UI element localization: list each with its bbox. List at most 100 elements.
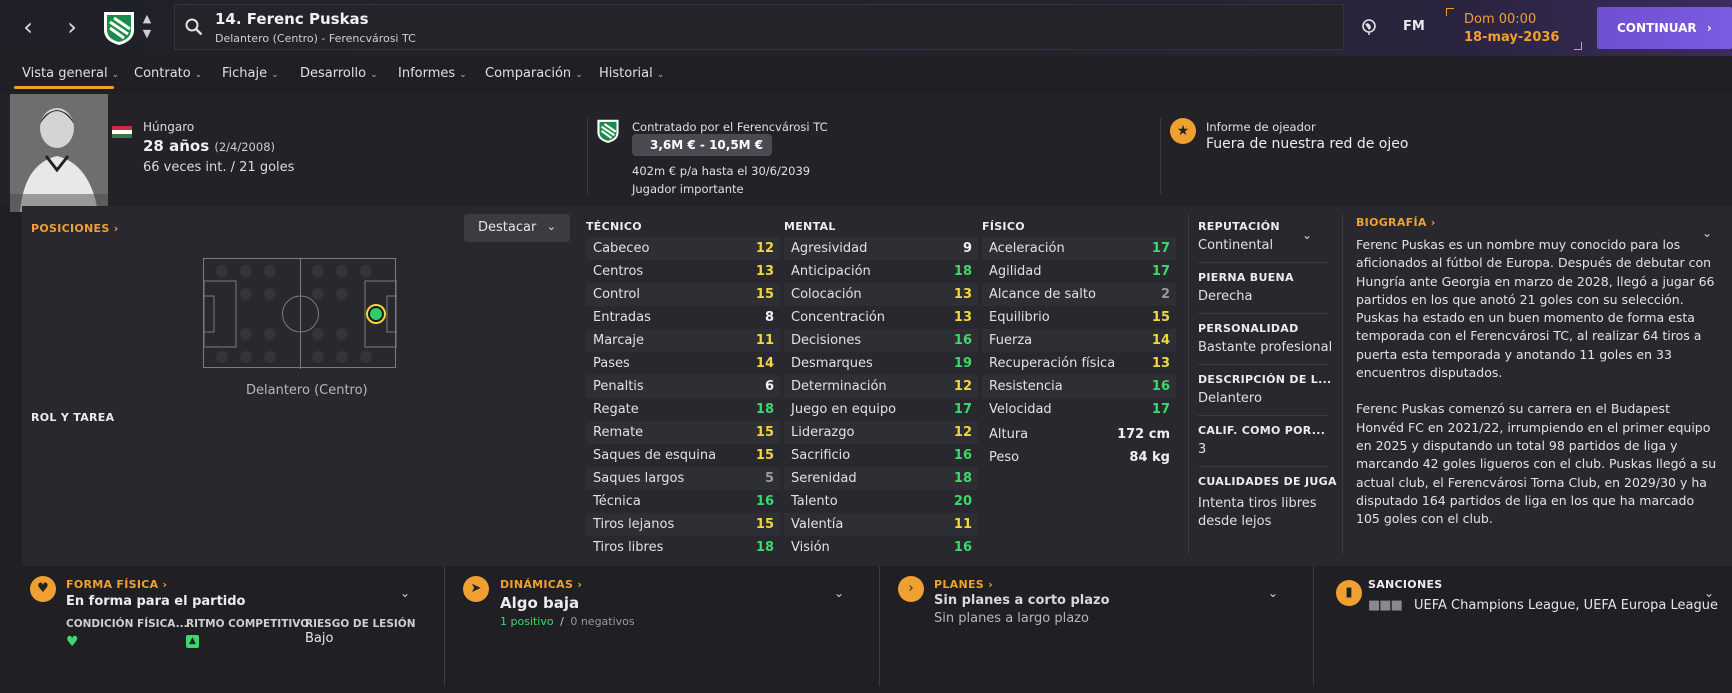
attribute-value: 17 — [1151, 264, 1170, 279]
attribute-row[interactable]: Liderazgo 12 — [784, 421, 978, 444]
fitness-title[interactable]: FORMA FÍSICA › — [66, 578, 167, 591]
continue-arrow-icon: › — [1706, 21, 1712, 35]
highlight-dropdown[interactable]: Destacar ⌄ — [464, 214, 570, 242]
height-label: Altura — [989, 427, 1029, 442]
tab-fichaje[interactable]: Fichaje ⌄ — [222, 66, 279, 81]
chevron-down-icon: ⌄ — [194, 70, 203, 80]
injury-risk-value: Bajo — [305, 631, 334, 646]
attribute-row[interactable]: Velocidad 17 — [982, 398, 1176, 421]
attribute-row[interactable]: Agresividad 9 — [784, 237, 978, 260]
attribute-row[interactable]: Centros 13 — [586, 260, 780, 283]
tab-label: Fichaje — [222, 66, 268, 81]
date-day: Dom 00:00 — [1464, 12, 1537, 27]
plans-title[interactable]: PLANES › — [934, 578, 993, 591]
attribute-row[interactable]: Talento 20 — [784, 490, 978, 513]
tab-desarrollo[interactable]: Desarrollo ⌄ — [300, 66, 378, 81]
chevron-down-icon[interactable]: ⌄ — [1302, 228, 1312, 242]
attribute-row[interactable]: Penaltis 6 — [586, 375, 780, 398]
attribute-row[interactable]: Cabeceo 12 — [586, 237, 780, 260]
globe-icon[interactable] — [1360, 18, 1378, 36]
tab-comparacion[interactable]: Comparación ⌄ — [485, 66, 583, 81]
attribute-row[interactable]: Fuerza 14 — [982, 329, 1176, 352]
club-crest-icon[interactable] — [102, 10, 136, 46]
attribute-row[interactable]: Marcaje 11 — [586, 329, 780, 352]
top-bar: ‹ › ▲ ▼ 14. Ferenc Puskas Delantero (Cen… — [0, 0, 1732, 56]
positions-title[interactable]: POSICIONES › — [31, 222, 119, 235]
attribute-row[interactable]: Decisiones 16 — [784, 329, 978, 352]
attribute-value: 11 — [953, 517, 972, 532]
continue-label: CONTINUAR — [1617, 21, 1697, 35]
chevron-down-icon[interactable]: ⌄ — [400, 586, 410, 600]
attribute-row[interactable]: Desmarques 19 — [784, 352, 978, 375]
attribute-row[interactable]: Aceleración 17 — [982, 237, 1176, 260]
attribute-row[interactable]: Sacrificio 16 — [784, 444, 978, 467]
attribute-row[interactable]: Juego en equipo 17 — [784, 398, 978, 421]
player-search-box[interactable]: 14. Ferenc Puskas Delantero (Centro) - F… — [174, 4, 1344, 50]
weight-label: Peso — [989, 450, 1020, 465]
attribute-value: 15 — [1151, 310, 1170, 325]
attribute-row[interactable]: Colocación 13 — [784, 283, 978, 306]
chevron-down-icon[interactable]: ⌄ — [1268, 586, 1278, 600]
attribute-row[interactable]: Remate 15 — [586, 421, 780, 444]
attribute-row[interactable]: Visión 16 — [784, 536, 978, 559]
attribute-name: Resistencia — [989, 379, 1063, 394]
search-icon[interactable] — [185, 18, 203, 36]
attribute-row[interactable]: Tiros lejanos 15 — [586, 513, 780, 536]
dynamics-title[interactable]: DINÁMICAS › — [500, 578, 582, 591]
biography-title[interactable]: BIOGRAFÍA › — [1356, 216, 1436, 229]
attribute-row[interactable]: Concentración 13 — [784, 306, 978, 329]
chevron-down-icon: ⌄ — [546, 220, 556, 233]
attribute-row[interactable]: Saques largos 5 — [586, 467, 780, 490]
attribute-name: Desmarques — [791, 356, 873, 371]
attribute-name: Concentración — [791, 310, 886, 325]
tab-vista-general[interactable]: Vista general ⌄ — [22, 66, 119, 81]
previous-player-icon[interactable]: ▲ — [140, 13, 154, 25]
attribute-row[interactable]: Control 15 — [586, 283, 780, 306]
attribute-row[interactable]: Entradas 8 — [586, 306, 780, 329]
tab-historial[interactable]: Historial ⌄ — [599, 66, 664, 81]
reputation-value: Continental — [1198, 238, 1274, 253]
positives-count: 1 positivo — [500, 615, 554, 628]
tab-contrato[interactable]: Contrato ⌄ — [134, 66, 202, 81]
attribute-row[interactable]: Valentía 11 — [784, 513, 978, 536]
attribute-row[interactable]: Serenidad 18 — [784, 467, 978, 490]
chevron-down-icon[interactable]: ⌄ — [1704, 586, 1714, 600]
attribute-row[interactable]: Regate 18 — [586, 398, 780, 421]
attribute-row[interactable]: Alcance de salto 2 — [982, 283, 1176, 306]
dynamics-icon: ➤ — [463, 576, 489, 602]
attribute-row[interactable]: Determinación 12 — [784, 375, 978, 398]
date-corner-bottom-right — [1574, 42, 1582, 50]
attribute-row[interactable]: Agilidad 17 — [982, 260, 1176, 283]
attribute-value: 15 — [755, 287, 774, 302]
attribute-value: 2 — [1160, 287, 1170, 302]
player-photo — [10, 94, 108, 212]
continue-button[interactable]: CONTINUAR › — [1597, 7, 1732, 49]
game-date[interactable]: Dom 00:00 18-may-2036 — [1446, 8, 1582, 50]
tab-label: Comparación — [485, 66, 572, 81]
chevron-down-icon[interactable]: ⌄ — [834, 586, 844, 600]
attribute-name: Cabeceo — [593, 241, 650, 256]
tab-label: Vista general — [22, 66, 108, 81]
attribute-row[interactable]: Recuperación física 13 — [982, 352, 1176, 375]
back-arrow-icon[interactable]: ‹ — [16, 14, 40, 42]
attribute-value: 15 — [755, 448, 774, 463]
forward-arrow-icon[interactable]: › — [60, 14, 84, 42]
attribute-value: 16 — [953, 333, 972, 348]
transfer-value-range[interactable]: 3,6M € - 10,5M € — [632, 134, 772, 156]
attribute-name: Equilibrio — [989, 310, 1050, 325]
next-player-icon[interactable]: ▼ — [140, 28, 154, 40]
sharpness-icon: ▲ — [186, 635, 199, 648]
tab-informes[interactable]: Informes ⌄ — [398, 66, 467, 81]
tab-label: Desarrollo — [300, 66, 367, 81]
attribute-row[interactable]: Tiros libres 18 — [586, 536, 780, 559]
attribute-row[interactable]: Resistencia 16 — [982, 375, 1176, 398]
fm-logo[interactable]: FM — [1403, 19, 1425, 34]
attribute-row[interactable]: Técnica 16 — [586, 490, 780, 513]
attribute-row[interactable]: Equilibrio 15 — [982, 306, 1176, 329]
pitch-lines — [203, 259, 398, 369]
attribute-value: 18 — [953, 264, 972, 279]
attribute-row[interactable]: Pases 14 — [586, 352, 780, 375]
attribute-row[interactable]: Saques de esquina 15 — [586, 444, 780, 467]
attribute-value: 18 — [755, 402, 774, 417]
attribute-row[interactable]: Anticipación 18 — [784, 260, 978, 283]
